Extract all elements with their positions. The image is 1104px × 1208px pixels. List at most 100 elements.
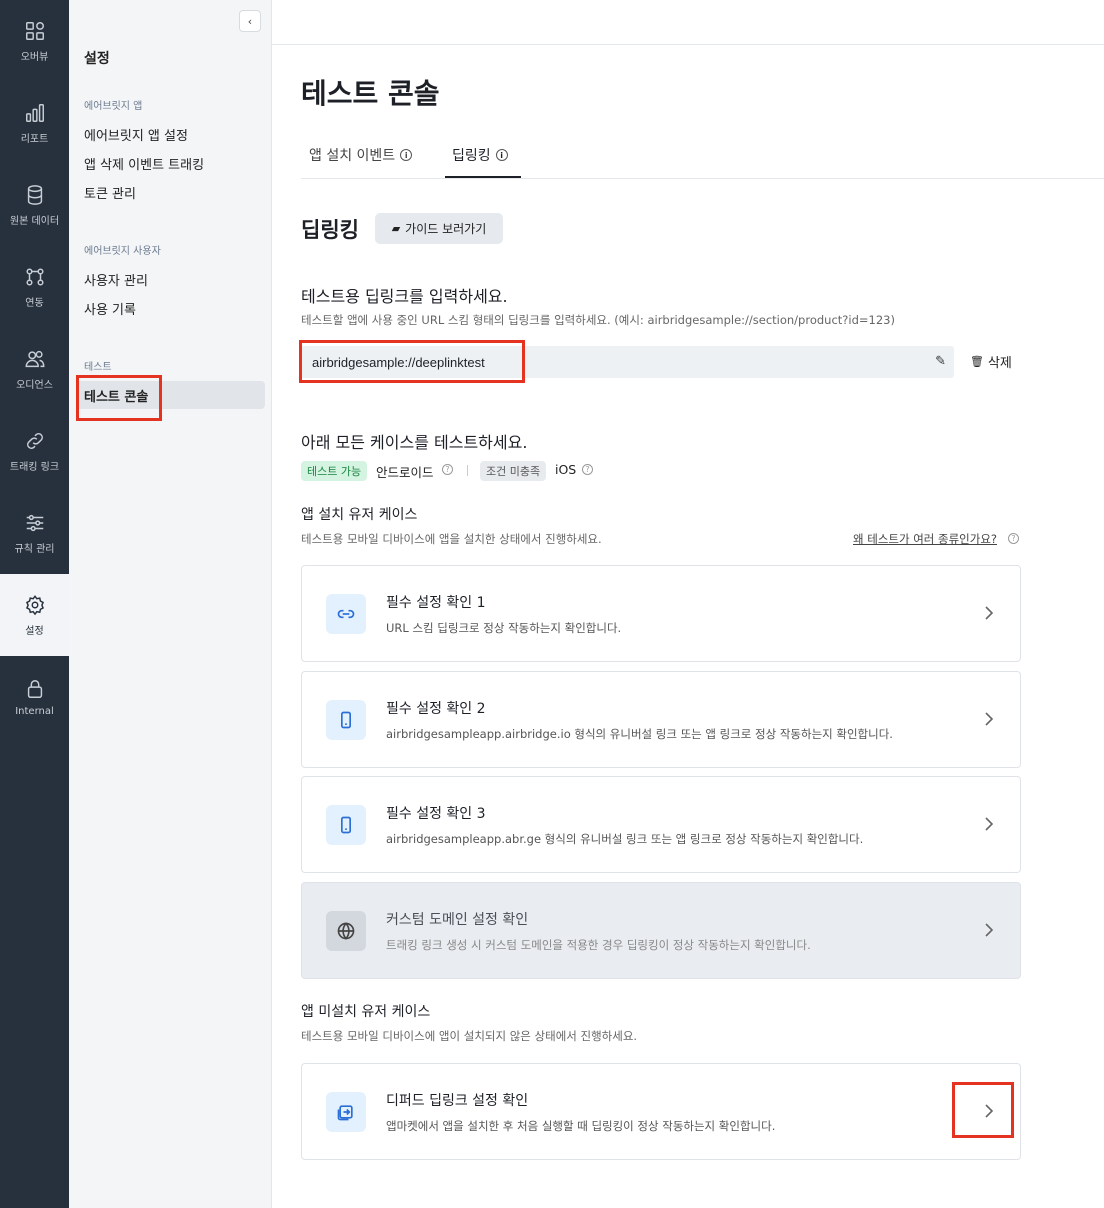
- test-case-card[interactable]: 디퍼드 딥링크 설정 확인 앱마켓에서 앱을 설치한 후 처음 실행할 때 딥링…: [301, 1063, 1021, 1160]
- rail-item-tracking-link[interactable]: 트래킹 링크: [0, 410, 69, 492]
- highlight-box: [299, 340, 525, 383]
- not-installed-case-description: 테스트용 모바일 디바이스에 앱이 설치되지 않은 상태에서 진행하세요.: [301, 1029, 638, 1043]
- input-heading: 테스트용 딥링크를 입력하세요.: [301, 287, 508, 306]
- test-case-card[interactable]: 필수 설정 확인 3 airbridgesampleapp.abr.ge 형식의…: [301, 776, 1021, 873]
- link-icon: [337, 609, 355, 619]
- card-icon-wrapper: [326, 1092, 366, 1132]
- rail-item-report[interactable]: 리포트: [0, 82, 69, 164]
- deferred-icon: [337, 1105, 353, 1121]
- audience-icon: [25, 350, 44, 367]
- collapse-sidebar-button[interactable]: ‹: [239, 10, 261, 32]
- overview-icon: [25, 21, 44, 40]
- guide-button-label: 가이드 보러가기: [405, 222, 487, 236]
- help-icon[interactable]: ?: [1008, 533, 1019, 544]
- rail-label: 설정: [25, 625, 44, 637]
- rail-label: 트래킹 링크: [9, 461, 60, 473]
- rail-item-overview[interactable]: 오버뷰: [0, 0, 69, 82]
- rail-item-settings[interactable]: 설정: [0, 574, 69, 656]
- rail-item-audience[interactable]: 오디언스: [0, 328, 69, 410]
- active-tab-indicator: [445, 176, 521, 178]
- rail-item-raw-data[interactable]: 원본 데이터: [0, 164, 69, 246]
- not-installed-case-heading: 앱 미설치 유저 케이스: [301, 1004, 431, 1020]
- sliders-icon: [26, 514, 43, 531]
- all-cases-heading: 아래 모든 케이스를 테스트하세요.: [301, 433, 528, 452]
- sidebar-item-token-management[interactable]: 토큰 관리: [84, 183, 136, 202]
- card-title: 필수 설정 확인 3: [386, 806, 486, 822]
- rail-label: 오버뷰: [20, 51, 49, 63]
- phone-icon: [341, 711, 351, 729]
- android-status-badge: 테스트 가능: [301, 461, 368, 481]
- gear-icon: [25, 594, 44, 615]
- test-case-card-disabled[interactable]: 커스텀 도메인 설정 확인 트래킹 링크 생성 시 커스텀 도메인을 적용한 경…: [301, 882, 1021, 979]
- tab-bar: 앱 설치 이벤트 i 딥링킹 i: [301, 139, 1104, 179]
- book-icon: ▰: [391, 222, 401, 235]
- delete-label: 삭제: [987, 356, 1012, 371]
- tab-install-event[interactable]: 앱 설치 이벤트 i: [309, 145, 413, 165]
- installed-case-heading: 앱 설치 유저 케이스: [301, 507, 418, 523]
- rail-label: 오디언스: [16, 379, 53, 391]
- globe-icon: [337, 922, 355, 940]
- chevron-right-icon[interactable]: [984, 921, 994, 939]
- settings-sidebar: ‹ 설정 에어브릿지 앱 에어브릿지 앱 설정 앱 삭제 이벤트 트래킹 토큰 …: [69, 0, 272, 1208]
- card-title: 디퍼드 딥링크 설정 확인: [386, 1093, 529, 1109]
- tab-label: 앱 설치 이벤트: [309, 148, 396, 164]
- ios-status-badge: 조건 미충족: [480, 461, 547, 481]
- rail-item-rules[interactable]: 규칙 관리: [0, 492, 69, 574]
- rail-label: 규칙 관리: [14, 543, 55, 555]
- tab-label: 딥링킹: [452, 148, 491, 164]
- rail-label: 연동: [25, 297, 44, 309]
- guide-button[interactable]: ▰ 가이드 보러가기: [375, 213, 503, 244]
- help-icon[interactable]: ?: [582, 464, 593, 475]
- why-multiple-tests-link[interactable]: 왜 테스트가 여러 종류인가요?: [853, 531, 997, 547]
- card-title: 필수 설정 확인 1: [386, 595, 486, 611]
- sidebar-item-app-settings[interactable]: 에어브릿지 앱 설정: [84, 125, 188, 144]
- sidebar-group-label: 에어브릿지 앱: [84, 101, 143, 112]
- card-description: airbridgesampleapp.airbridge.io 형식의 유니버설…: [386, 727, 893, 741]
- card-icon-wrapper: [326, 594, 366, 634]
- rail-label: 원본 데이터: [9, 215, 60, 227]
- sidebar-item-usage-history[interactable]: 사용 기록: [84, 299, 136, 318]
- card-description: URL 스킴 딥링크로 정상 작동하는지 확인합니다.: [386, 621, 622, 635]
- report-icon: [25, 103, 44, 122]
- chevron-right-icon[interactable]: [984, 815, 994, 833]
- card-description: airbridgesampleapp.abr.ge 형식의 유니버설 링크 또는…: [386, 832, 864, 846]
- card-description: 트래킹 링크 생성 시 커스텀 도메인을 적용한 경우 딥링킹이 정상 작동하는…: [386, 938, 811, 952]
- sidebar-item-user-management[interactable]: 사용자 관리: [84, 270, 148, 289]
- rail-label: Internal: [15, 705, 54, 717]
- card-title: 필수 설정 확인 2: [386, 701, 486, 717]
- chevron-right-icon[interactable]: [984, 604, 994, 622]
- chevron-left-icon: ‹: [247, 14, 253, 28]
- trash-icon: 🗑: [970, 355, 984, 368]
- installed-case-description: 테스트용 모바일 디바이스에 앱을 설치한 상태에서 진행하세요.: [301, 532, 602, 546]
- divider: [467, 465, 468, 476]
- integration-icon: [25, 267, 44, 286]
- sidebar-group-label: 테스트: [84, 362, 112, 373]
- test-case-card[interactable]: 필수 설정 확인 2 airbridgesampleapp.airbridge.…: [301, 671, 1021, 768]
- app-rail: 오버뷰 리포트 원본 데이터 연동 오디언스 트래킹 링크 규칙 관리 설정 I…: [0, 0, 69, 1208]
- delete-button[interactable]: 🗑 삭제: [970, 352, 1012, 371]
- chevron-right-icon[interactable]: [984, 710, 994, 728]
- database-icon: [27, 184, 42, 205]
- tab-deeplinking[interactable]: 딥링킹 i: [452, 145, 508, 165]
- card-title: 커스텀 도메인 설정 확인: [386, 912, 529, 928]
- help-icon[interactable]: ?: [442, 464, 453, 475]
- info-icon[interactable]: i: [495, 149, 508, 161]
- rail-item-internal[interactable]: Internal: [0, 656, 69, 738]
- page-title: 테스트 콘솔: [301, 77, 440, 110]
- card-description: 앱마켓에서 앱을 설치한 후 처음 실행할 때 딥링킹이 정상 작동하는지 확인…: [386, 1119, 776, 1133]
- sidebar-title: 설정: [84, 51, 110, 67]
- edit-icon[interactable]: ✎: [935, 354, 946, 369]
- lock-icon: [27, 679, 42, 698]
- main-content: 테스트 콘솔 앱 설치 이벤트 i 딥링킹 i 딥링킹 ▰ 가이드 보러가기 테…: [272, 0, 1104, 1208]
- ios-label: iOS: [555, 462, 577, 477]
- link-icon: [26, 432, 43, 449]
- test-case-card[interactable]: 필수 설정 확인 1 URL 스킴 딥링크로 정상 작동하는지 확인합니다.: [301, 565, 1021, 662]
- rail-label: 리포트: [20, 133, 49, 145]
- sidebar-group-label: 에어브릿지 사용자: [84, 246, 161, 257]
- android-label: 안드로이드: [376, 465, 434, 480]
- rail-item-integration[interactable]: 연동: [0, 246, 69, 328]
- card-icon-wrapper: [326, 700, 366, 740]
- sidebar-item-uninstall-tracking[interactable]: 앱 삭제 이벤트 트래킹: [84, 154, 204, 173]
- info-icon[interactable]: i: [400, 149, 413, 161]
- highlight-box: [952, 1082, 1014, 1138]
